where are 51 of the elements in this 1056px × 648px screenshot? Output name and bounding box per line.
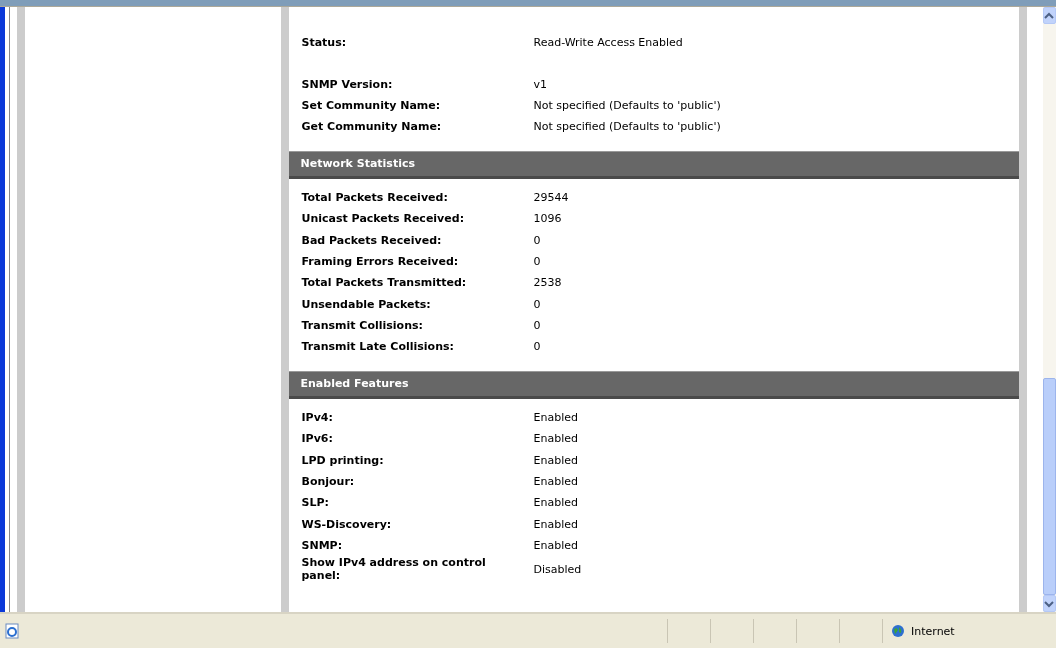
field-label: Framing Errors Received:	[301, 254, 460, 268]
field-label: Set Community Name:	[301, 98, 442, 112]
field-value: Enabled	[533, 475, 578, 489]
field-value: Not specified (Defaults to 'public')	[533, 98, 721, 112]
field-label: Total Packets Transmitted:	[301, 276, 468, 290]
scroll-down-button[interactable]	[1042, 595, 1056, 612]
globe-icon	[891, 624, 905, 638]
field-value: 0	[533, 233, 541, 247]
field-value: Read-Write Access Enabled	[533, 36, 683, 50]
field-label: Get Community Name:	[301, 120, 443, 134]
scroll-up-button[interactable]	[1042, 7, 1056, 24]
section-header: Network Statistics	[288, 150, 1019, 179]
security-zone-label: Internet	[911, 624, 955, 638]
field-value: 0	[533, 340, 541, 354]
field-label: Bad Packets Received:	[301, 233, 443, 247]
field-value: Enabled	[533, 432, 578, 446]
chevron-down-icon	[1044, 599, 1055, 608]
field-value: Not specified (Defaults to 'public')	[533, 120, 721, 134]
field-value: 0	[533, 297, 541, 311]
field-label: Bonjour:	[301, 475, 356, 489]
field-value: v1	[533, 77, 547, 91]
field-label: IPv6:	[301, 432, 334, 446]
field-label: WS-Discovery:	[301, 517, 393, 531]
field-value: Enabled	[533, 539, 578, 553]
field-value: 29544	[533, 190, 569, 204]
scroll-thumb[interactable]	[1042, 378, 1056, 595]
vertical-scrollbar[interactable]	[1042, 7, 1056, 612]
field-label: Transmit Late Collisions:	[301, 340, 455, 354]
field-label: Total Packets Received:	[301, 190, 449, 204]
section-header: Enabled Features	[288, 370, 1019, 399]
field-label: LPD printing:	[301, 453, 385, 467]
field-value: Enabled	[533, 496, 578, 510]
field-value: Disabled	[533, 562, 582, 576]
page-icon	[4, 623, 20, 639]
field-value: 1096	[533, 212, 562, 226]
field-label: IPv4:	[301, 410, 334, 424]
field-label: Show IPv4 address on control panel:	[301, 556, 487, 583]
field-value: Enabled	[533, 410, 578, 424]
field-label: SNMP Version:	[301, 77, 394, 91]
field-value: 0	[533, 319, 541, 333]
field-label: Status:	[301, 36, 348, 50]
field-label: SNMP:	[301, 539, 344, 553]
field-label: Transmit Collisions:	[301, 319, 424, 333]
field-value: 2538	[533, 276, 562, 290]
field-value: Enabled	[533, 517, 578, 531]
chevron-up-icon	[1044, 11, 1055, 20]
field-label: Unsendable Packets:	[301, 297, 432, 311]
field-label: Unicast Packets Received:	[301, 212, 466, 226]
field-value: Enabled	[533, 453, 578, 467]
field-label: SLP:	[301, 496, 330, 510]
field-value: 0	[533, 254, 541, 268]
